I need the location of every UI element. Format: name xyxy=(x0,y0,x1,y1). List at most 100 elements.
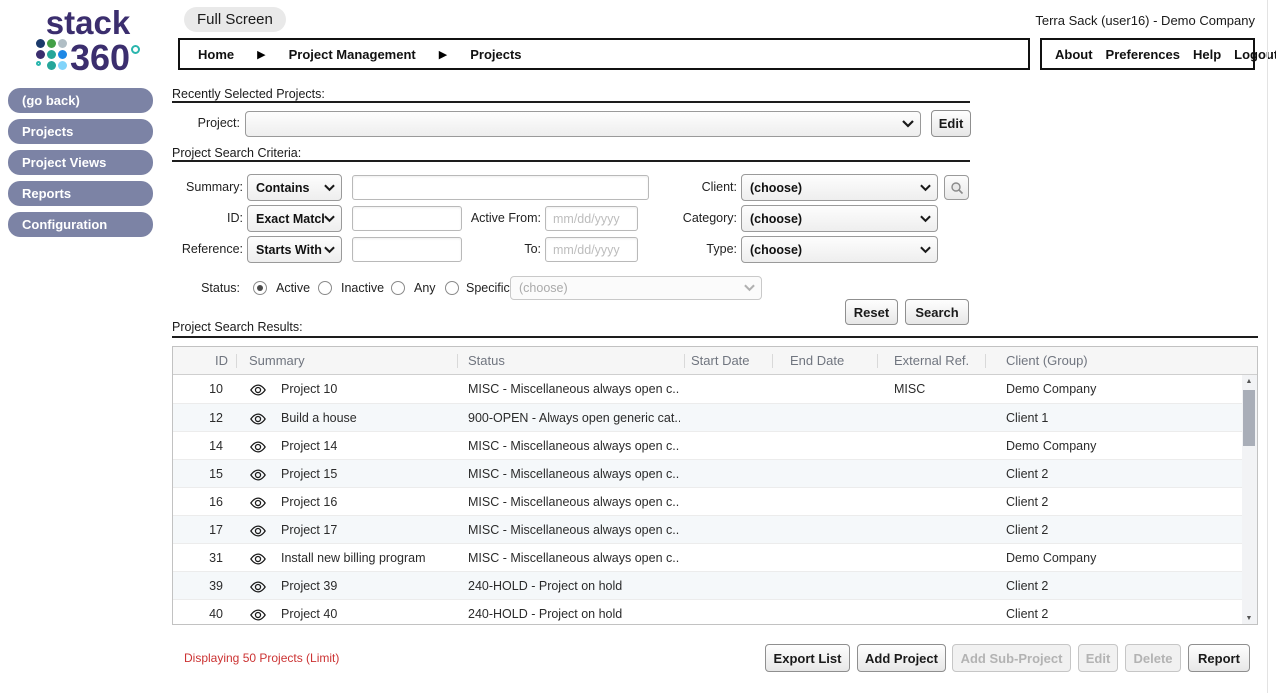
view-eye-icon[interactable] xyxy=(249,383,267,395)
table-scrollbar[interactable]: ▲ ▼ xyxy=(1240,375,1257,625)
chevron-down-icon xyxy=(744,284,755,292)
column-header-start-date[interactable]: Start Date xyxy=(691,347,750,375)
app-window: stack 360 Full Screen Terra Sack (user16… xyxy=(0,0,1276,693)
column-header-summary[interactable]: Summary xyxy=(249,347,305,375)
add-project-button[interactable]: Add Project xyxy=(857,644,946,672)
breadcrumb-home[interactable]: Home xyxy=(198,47,234,62)
cell-external-ref xyxy=(894,488,982,516)
status-radio-any[interactable] xyxy=(391,281,405,295)
to-input[interactable] xyxy=(545,237,638,262)
table-row-project-10[interactable]: 10Project 10MISC - Miscellaneous always … xyxy=(173,375,1242,403)
view-eye-icon[interactable] xyxy=(249,440,267,452)
project-select[interactable] xyxy=(245,111,921,137)
view-eye-icon[interactable] xyxy=(249,580,267,592)
cell-external-ref xyxy=(894,460,982,488)
client-select[interactable]: (choose) xyxy=(741,174,938,201)
table-row-project-39[interactable]: 39Project 39240-HOLD - Project on holdCl… xyxy=(173,571,1242,599)
active-from-input[interactable] xyxy=(545,206,638,231)
view-eye-icon[interactable] xyxy=(249,608,267,620)
export-list-button[interactable]: Export List xyxy=(765,644,850,672)
column-header-id[interactable]: ID xyxy=(173,347,228,375)
breadcrumb-project-management[interactable]: Project Management xyxy=(289,47,416,62)
view-eye-icon[interactable] xyxy=(249,468,267,480)
id-label: ID: xyxy=(143,205,243,232)
full-screen-button[interactable]: Full Screen xyxy=(184,7,286,32)
cell-client: Client 2 xyxy=(1006,516,1231,544)
type-select[interactable]: (choose) xyxy=(741,236,938,263)
table-row-project-17[interactable]: 17Project 17MISC - Miscellaneous always … xyxy=(173,515,1242,543)
category-select-value: (choose) xyxy=(742,212,920,226)
summary-match-select[interactable]: Contains xyxy=(247,174,342,201)
scroll-up-icon[interactable]: ▲ xyxy=(1241,375,1257,388)
breadcrumb-arrow-icon: ▶ xyxy=(439,48,447,61)
menu-preferences[interactable]: Preferences xyxy=(1106,47,1180,62)
divider xyxy=(172,160,970,162)
status-radio-inactive[interactable] xyxy=(318,281,332,295)
cell-status: MISC - Miscellaneous always open c... xyxy=(468,432,680,460)
table-row-project-31[interactable]: 31Install new billing programMISC - Misc… xyxy=(173,543,1242,571)
chevron-down-icon xyxy=(324,184,335,192)
to-label: To: xyxy=(430,236,541,263)
cell-id: 15 xyxy=(173,460,223,488)
column-divider xyxy=(684,354,685,368)
category-select[interactable]: (choose) xyxy=(741,205,938,232)
scroll-down-icon[interactable]: ▼ xyxy=(1241,612,1257,625)
cell-external-ref xyxy=(894,432,982,460)
cell-external-ref xyxy=(894,572,982,600)
cell-summary: Project 17 xyxy=(281,516,457,544)
column-header-client[interactable]: Client (Group) xyxy=(1006,347,1088,375)
column-divider xyxy=(772,354,773,368)
scrollbar-thumb[interactable] xyxy=(1243,390,1255,446)
summary-input[interactable] xyxy=(352,175,649,200)
report-button[interactable]: Report xyxy=(1188,644,1250,672)
reference-match-select[interactable]: Starts With xyxy=(247,236,342,263)
column-header-end-date[interactable]: End Date xyxy=(790,347,844,375)
menu-help[interactable]: Help xyxy=(1193,47,1221,62)
cell-status: 900-OPEN - Always open generic cat... xyxy=(468,404,680,432)
divider xyxy=(172,336,1258,338)
status-radio-label: Active xyxy=(276,275,310,301)
specific-select[interactable]: (choose) xyxy=(510,276,762,300)
cell-summary: Project 39 xyxy=(281,572,457,600)
sidebar-item-projects[interactable]: Projects xyxy=(8,119,153,144)
table-row-project-16[interactable]: 16Project 16MISC - Miscellaneous always … xyxy=(173,487,1242,515)
column-divider xyxy=(457,354,458,368)
cell-client: Client 1 xyxy=(1006,404,1231,432)
table-row-project-40[interactable]: 40Project 40240-HOLD - Project on holdCl… xyxy=(173,599,1242,625)
menu-about[interactable]: About xyxy=(1055,47,1093,62)
add-sub-project-button: Add Sub-Project xyxy=(952,644,1071,672)
sidebar-item-project-views[interactable]: Project Views xyxy=(8,150,153,175)
view-eye-icon[interactable] xyxy=(249,524,267,536)
client-search-button[interactable] xyxy=(944,175,969,200)
chevron-down-icon xyxy=(324,246,335,254)
cell-external-ref xyxy=(894,544,982,572)
id-match-select[interactable]: Exact Match xyxy=(247,205,342,232)
sidebar-item-configuration[interactable]: Configuration xyxy=(8,212,153,237)
table-row-project-12[interactable]: 12Build a house900-OPEN - Always open ge… xyxy=(173,403,1242,431)
cell-end-date xyxy=(790,572,874,600)
cell-summary: Install new billing program xyxy=(281,544,457,572)
view-eye-icon[interactable] xyxy=(249,496,267,508)
table-row-project-14[interactable]: 14Project 14MISC - Miscellaneous always … xyxy=(173,431,1242,459)
status-radio-specific[interactable] xyxy=(445,281,459,295)
menu-logout[interactable]: Logout xyxy=(1234,47,1276,62)
cell-client: Client 2 xyxy=(1006,488,1231,516)
edit-project-button[interactable]: Edit xyxy=(931,110,971,137)
column-header-external-ref[interactable]: External Ref. xyxy=(894,347,969,375)
status-radio-active[interactable] xyxy=(253,281,267,295)
cell-end-date xyxy=(790,516,874,544)
view-eye-icon[interactable] xyxy=(249,412,267,424)
column-header-status[interactable]: Status xyxy=(468,347,505,375)
sidebar-item-go-back[interactable]: (go back) xyxy=(8,88,153,113)
sidebar-item-reports[interactable]: Reports xyxy=(8,181,153,206)
search-button[interactable]: Search xyxy=(905,299,969,325)
cell-summary: Project 16 xyxy=(281,488,457,516)
view-eye-icon[interactable] xyxy=(249,552,267,564)
edit-button: Edit xyxy=(1078,644,1118,672)
reset-button[interactable]: Reset xyxy=(845,299,898,325)
cell-id: 39 xyxy=(173,572,223,600)
breadcrumb-projects[interactable]: Projects xyxy=(470,47,521,62)
cell-summary: Project 10 xyxy=(281,375,457,403)
table-row-project-15[interactable]: 15Project 15MISC - Miscellaneous always … xyxy=(173,459,1242,487)
cell-client: Demo Company xyxy=(1006,432,1231,460)
